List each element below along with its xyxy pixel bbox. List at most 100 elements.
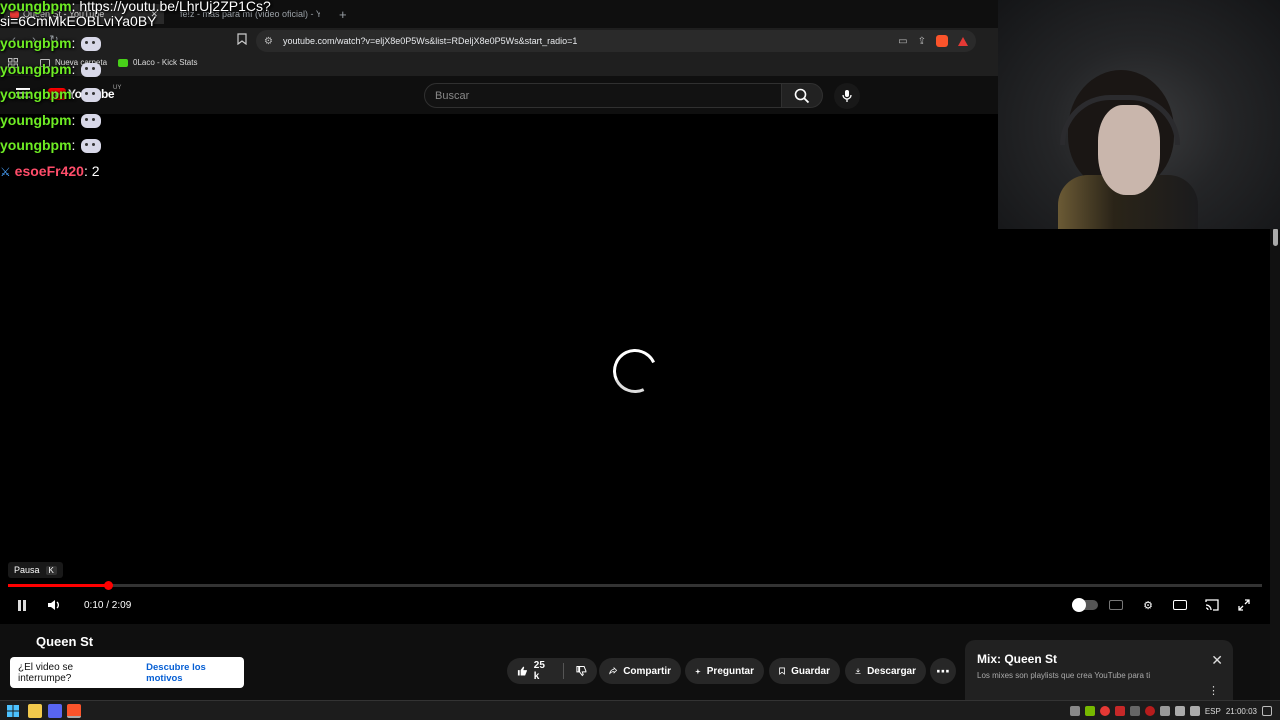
interrupt-text: ¿El video se interrumpe? [18,661,74,684]
brave-rewards-icon[interactable] [958,36,968,46]
chat-message: ⚔ esoeFr420: 2 [0,159,300,186]
tooltip-label: Pausa [14,565,40,575]
search-input[interactable]: Buscar [424,83,782,108]
windows-start-icon[interactable] [6,704,20,718]
mod-sword-icon: ⚔ [0,164,11,179]
chat-username: youngbpm [0,137,72,153]
tray-app-icon[interactable] [1129,706,1140,716]
emote-icon [81,88,102,103]
share-label: Compartir [623,665,671,677]
pause-button[interactable] [12,594,32,616]
search-button[interactable] [781,83,823,108]
interrupt-link[interactable]: Descubre los motivos [146,662,244,684]
emote-icon [81,113,102,128]
like-button[interactable]: 25 k [507,658,597,684]
chat-separator: : [71,111,76,128]
chat-username: youngbpm [0,35,72,51]
video-info: Queen St ¿El video se interrumpe? Descub… [0,624,1270,700]
brave-shields-icon[interactable] [936,35,948,47]
loading-spinner-icon [606,342,664,400]
screen-cast-icon[interactable]: ▭ [898,36,907,47]
tray-app-icon[interactable] [1114,706,1125,716]
emote-icon [81,139,102,154]
emote-icon [81,62,102,77]
file-explorer-icon[interactable] [28,704,42,718]
new-tab-button[interactable]: + [333,4,349,24]
stream-chat-overlay: youngbpm: https://youtu.be/LhrUj2ZP1Cs? … [0,0,300,185]
progress-fill [8,584,108,587]
brave-browser-icon[interactable] [67,704,81,718]
close-icon[interactable]: ✕ [1211,652,1223,669]
share-button[interactable]: Compartir [599,658,681,684]
chat-username: youngbpm [0,86,72,102]
download-label: Descargar [867,665,916,677]
tray-app-icon[interactable] [1069,706,1080,716]
progress-scrubber[interactable] [104,581,113,590]
sparkle-icon [695,668,701,674]
webcam-feed [998,0,1280,229]
chat-message: youngbpm: https://youtu.be/LhrUj2ZP1Cs? [0,0,300,13]
more-vert-icon[interactable]: ⋮ [1208,684,1219,697]
save-button[interactable]: Guardar [769,658,840,684]
chat-text: : 2 [83,162,100,179]
ask-label: Preguntar [706,665,754,677]
chat-message-continuation: si=6CmMkEOBLviYa0BY [0,13,300,29]
ask-button[interactable]: Preguntar [685,658,764,684]
emote-icon [81,37,102,52]
tray-record-icon[interactable] [1099,706,1110,716]
clock[interactable]: 21:00:03 [1226,707,1257,716]
chat-text: si=6CmMkEOBLviYa0BY [0,13,157,29]
chat-message: youngbpm: [0,57,300,83]
save-label: Guardar [791,665,830,677]
autoplay-toggle[interactable] [1070,594,1100,616]
mix-title[interactable]: Mix: Queen St [977,652,1057,666]
search-icon [794,88,810,103]
chat-separator: : [71,60,76,77]
chat-separator: : [71,35,76,51]
notifications-icon[interactable] [1262,706,1272,716]
tooltip-shortcut: K [45,565,57,575]
more-actions-icon[interactable]: ⋯ [930,658,956,684]
network-icon[interactable] [1174,706,1185,716]
time-display: 0:10 / 2:09 [84,599,132,611]
tray-app-icon[interactable] [1144,706,1155,716]
video-title: Queen St [36,634,94,649]
nvidia-icon[interactable] [1084,706,1095,716]
chat-message: youngbpm: [0,82,300,108]
player-controls: 0:10 / 2:09 ⚙ [0,594,1270,616]
page-scrollbar[interactable] [1270,228,1280,704]
chat-text: : https://youtu.be/LhrUj2ZP1Cs? [71,0,271,14]
scroll-thumb[interactable] [1273,228,1278,246]
volume-tray-icon[interactable] [1189,706,1200,716]
settings-gear-icon[interactable]: ⚙ [1138,594,1158,616]
download-button[interactable]: Descargar [845,658,926,684]
chat-message: youngbpm: [0,133,300,159]
system-tray: ESP 21:00:03 [1069,701,1280,720]
address-bar[interactable]: ⚙ youtube.com/watch?v=eljX8e0P5Ws&list=R… [256,30,976,52]
windows-taskbar: ESP 21:00:03 [0,700,1280,720]
thumbs-up-icon [517,666,527,676]
share-icon [609,666,618,675]
mix-playlist-panel: Mix: Queen St Los mixes son playlists qu… [965,640,1233,700]
interrupt-popup: ¿El video se interrumpe? Descubre los mo… [10,657,244,688]
cast-icon[interactable] [1202,594,1222,616]
bookmark-icon [779,667,785,675]
discord-icon[interactable] [48,704,62,718]
url-text: youtube.com/watch?v=eljX8e0P5Ws&list=RDe… [282,36,578,46]
miniplayer-icon[interactable] [1170,594,1190,616]
pause-tooltip: Pausa K [8,562,63,578]
chat-username: youngbpm [0,111,72,128]
volume-icon[interactable] [46,594,64,616]
voice-search-button[interactable] [834,83,860,109]
language-indicator[interactable]: ESP [1205,707,1221,716]
thumbs-down-icon[interactable] [576,665,587,677]
fullscreen-icon[interactable] [1234,594,1254,616]
progress-bar[interactable] [8,581,1262,590]
tray-app-icon[interactable] [1159,706,1170,716]
subtitles-icon[interactable] [1106,594,1126,616]
chat-message: youngbpm: [0,31,300,57]
chat-username: esoeFr420 [14,162,84,179]
share-page-icon[interactable]: ⇪ [918,36,926,47]
download-icon [855,668,861,674]
chat-message: youngbpm: [0,108,300,134]
